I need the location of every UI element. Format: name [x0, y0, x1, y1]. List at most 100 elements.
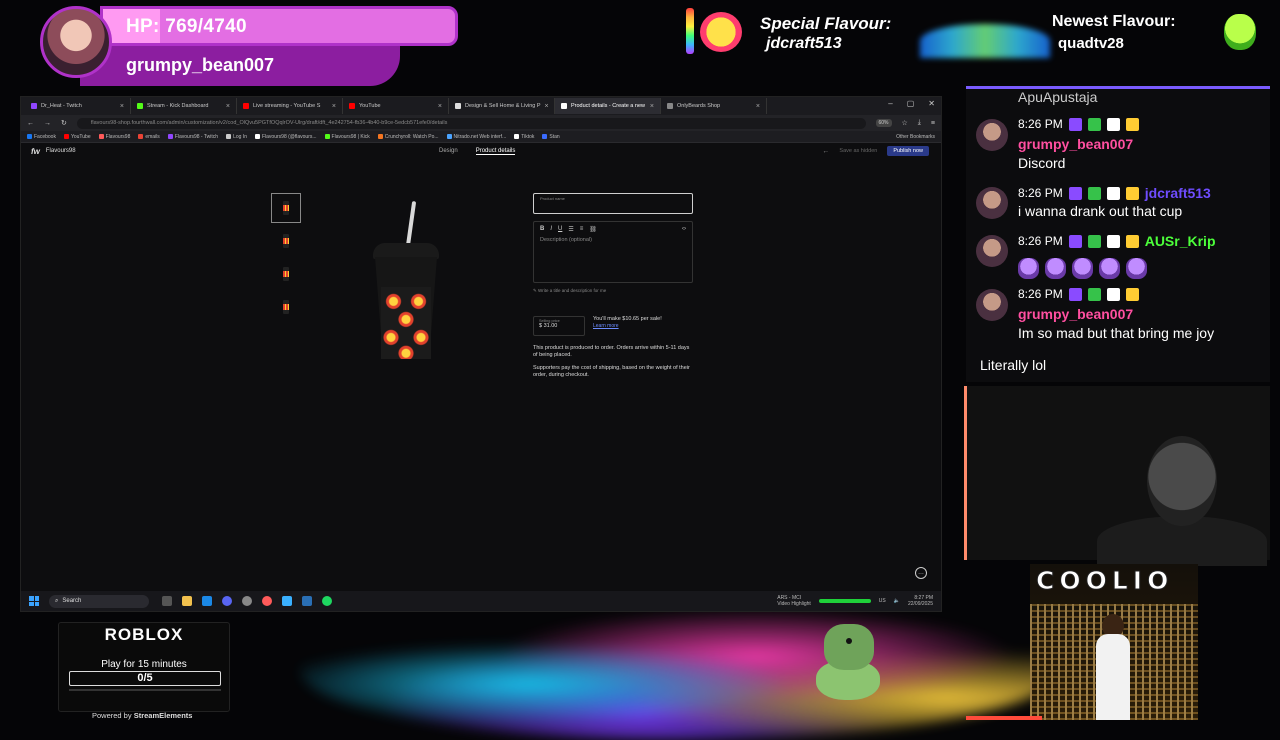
bookmark-item[interactable]: Facebook — [27, 134, 56, 140]
other-bookmarks[interactable]: Other Bookmarks — [896, 134, 935, 140]
back-icon[interactable]: ← — [27, 120, 34, 127]
bold-icon[interactable]: B — [540, 226, 544, 233]
taskbar: ⌕ Search ARS - MCI Video Highlight US 🔈 … — [21, 591, 941, 611]
cup-thumbnail-icon — [283, 267, 289, 281]
roblox-logo: ROBLOX — [104, 625, 184, 644]
tab-label: Stream - Kick Dashboard — [147, 103, 209, 109]
browser-tab[interactable]: YouTube × — [343, 98, 449, 114]
numbered-list-icon[interactable]: ≡ — [580, 226, 584, 233]
bookmark-item[interactable]: Flavours98 (@flavours... — [254, 134, 317, 140]
task-view-icon[interactable] — [162, 596, 172, 606]
bookmark-item[interactable]: Flavours98 | Kick — [324, 134, 370, 140]
tab-close-icon[interactable]: × — [756, 103, 760, 110]
steam-icon[interactable] — [302, 596, 312, 606]
bookmark-icon — [167, 134, 173, 139]
chat-username[interactable]: grumpy_bean007 — [1018, 306, 1133, 322]
roblox-play-text: Play for 15 minutes — [101, 659, 187, 670]
file-explorer-icon[interactable] — [182, 596, 192, 606]
publish-button[interactable]: Publish now — [887, 146, 929, 156]
bookmark-item[interactable]: YouTube — [63, 134, 91, 140]
thumbnail[interactable] — [271, 259, 301, 289]
star-icon[interactable]: ☆ — [902, 119, 908, 127]
hp-overlay: HP: 769/4740 grumpy_bean007 — [40, 6, 458, 86]
bookmark-item[interactable]: Flavours98 — [98, 134, 130, 140]
minimize-icon[interactable]: – — [888, 99, 892, 108]
italic-icon[interactable]: I — [550, 226, 552, 233]
chat-badge-icon — [1068, 287, 1082, 301]
zoom-badge[interactable]: 60% — [875, 119, 892, 127]
bookmark-item[interactable]: Crunchyroll: Watch Po... — [377, 133, 439, 140]
chat-username[interactable]: grumpy_bean007 — [1018, 136, 1133, 152]
url-field[interactable]: flavours98-shop.fourthwall.com/admin/cus… — [76, 117, 866, 129]
app-actions: ← Save as hidden Publish now — [822, 146, 929, 156]
store-icon[interactable] — [202, 596, 212, 606]
product-preview — [369, 200, 443, 381]
tab-product-details[interactable]: Product details — [475, 148, 516, 155]
browser-tab[interactable]: OnlyBeards Shop × — [661, 98, 767, 114]
thumbnail[interactable] — [271, 292, 301, 322]
language-indicator[interactable]: US — [879, 598, 886, 604]
tab-close-icon[interactable]: × — [120, 103, 124, 110]
browser-tab[interactable]: Live streaming - YouTube S × — [237, 98, 343, 114]
bookmarks-bar: Facebook YouTube Flavours98 emails Flavours9… — [21, 131, 941, 143]
save-as-hidden-button[interactable]: Save as hidden — [839, 148, 877, 154]
chat-username[interactable]: AUSr_Krip — [1145, 233, 1216, 249]
tab-close-icon[interactable]: × — [545, 103, 549, 110]
tab-close-icon[interactable]: × — [438, 103, 442, 110]
music-video-title: COOLIO — [1035, 566, 1174, 596]
browser-tab[interactable]: Stream - Kick Dashboard × — [131, 98, 237, 114]
app-icon[interactable] — [282, 596, 292, 606]
reload-icon[interactable]: ↻ — [61, 119, 67, 127]
volume-icon[interactable]: 🔈 — [894, 598, 900, 604]
browser-tab[interactable]: Product details - Create a new × — [555, 98, 661, 114]
chat-time: 8:26 PM — [1018, 186, 1063, 200]
bookmark-item[interactable]: Log In — [226, 134, 247, 140]
bookmark-label: Crunchyroll: Watch Po... — [384, 133, 439, 140]
underline-icon[interactable]: U — [558, 226, 562, 233]
browser-tab[interactable]: Design & Sell Home & Living P × — [449, 98, 555, 114]
taskbar-search[interactable]: ⌕ Search — [49, 594, 149, 608]
thumbnail[interactable] — [271, 193, 301, 223]
bookmark-icon — [63, 134, 69, 139]
bookmark-item[interactable]: Nitrado.net Web interf... — [446, 134, 506, 140]
link-icon[interactable]: ⛓ — [589, 226, 597, 233]
special-flavour-rainbow — [686, 8, 694, 54]
clock-date: 22/09/2025 — [907, 601, 933, 607]
forward-icon[interactable]: → — [44, 120, 51, 127]
audio-device[interactable]: ARS - MCI Video Highlight — [777, 595, 811, 607]
bullet-list-icon[interactable]: ☰ — [568, 226, 573, 233]
code-icon[interactable]: ‹› — [682, 226, 686, 233]
tab-close-icon[interactable]: × — [650, 103, 654, 110]
close-icon[interactable]: ✕ — [928, 99, 935, 108]
spotify-icon[interactable] — [322, 596, 332, 606]
bookmark-item[interactable]: Stan — [542, 134, 560, 140]
tab-close-icon[interactable]: × — [226, 103, 230, 110]
selling-price-input[interactable]: Selling price $ 31.00 — [533, 316, 585, 336]
bookmark-item[interactable]: Flavours98 - Twitch — [167, 134, 218, 140]
download-icon[interactable]: ⤓ — [918, 119, 921, 127]
chat-username[interactable]: jdcraft513 — [1145, 185, 1211, 201]
obs-icon[interactable] — [262, 596, 272, 606]
learn-more-link[interactable]: Learn more — [593, 323, 662, 329]
production-note: This product is produced to order. Order… — [533, 345, 690, 359]
tab-favicon-icon — [349, 103, 355, 109]
tab-design[interactable]: Design — [439, 148, 458, 155]
windows-start-icon[interactable] — [29, 596, 39, 606]
back-arrow-icon[interactable]: ← — [822, 148, 829, 155]
settings-icon[interactable] — [242, 596, 252, 606]
bookmark-icon — [542, 134, 548, 139]
app-header: fw Flavours98 Design Product details ← S… — [21, 143, 941, 159]
product-name-input[interactable]: Product name — [533, 193, 693, 214]
menu-icon[interactable]: ≡ — [931, 120, 935, 127]
chat-bubble-icon[interactable]: … — [915, 567, 927, 579]
tab-close-icon[interactable]: × — [332, 103, 336, 110]
clock[interactable]: 8:27 PM 22/09/2025 — [908, 595, 933, 608]
browser-tab[interactable]: Dr_Heat - Twitch × — [25, 98, 131, 114]
description-editor[interactable]: B I U ☰ ≡ ⛓ ‹› Description (optional) — [533, 221, 693, 283]
maximize-icon[interactable]: ▢ — [907, 99, 915, 108]
bookmark-item[interactable]: emails — [138, 134, 160, 140]
thumbnail[interactable] — [271, 226, 301, 256]
discord-icon[interactable] — [222, 596, 232, 606]
ai-write-link[interactable]: ✎ Write a title and description for me — [533, 288, 693, 294]
bookmark-item[interactable]: Tiktok — [514, 134, 534, 140]
